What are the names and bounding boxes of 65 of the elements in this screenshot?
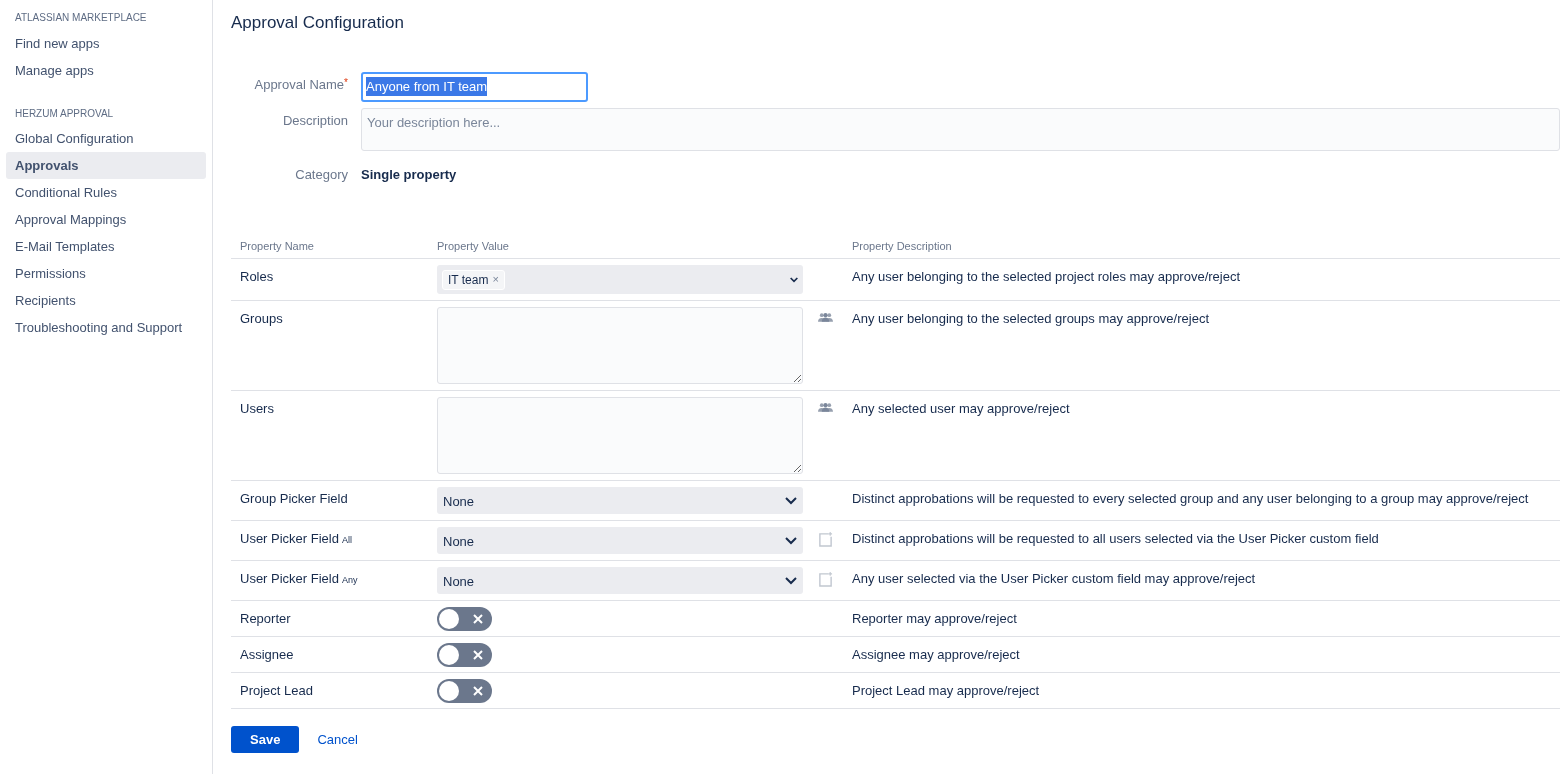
column-header: Property Description bbox=[852, 238, 953, 254]
property-name: Groups bbox=[240, 310, 283, 328]
property-description: Reporter may approve/reject bbox=[852, 610, 1018, 628]
property-name: User Picker Field bbox=[240, 530, 339, 548]
field-label: Description bbox=[282, 111, 348, 130]
page-title: Approval Configuration bbox=[231, 12, 405, 34]
property-qualifier: Any bbox=[341, 574, 358, 587]
add-note-icon bbox=[818, 532, 833, 547]
sidebar-item[interactable]: Troubleshooting and Support bbox=[6, 314, 206, 341]
field-label: Approval Name bbox=[254, 75, 345, 94]
property-description: Any selected user may approve/reject bbox=[852, 400, 1071, 418]
section-heading: HERZUM APPROVAL bbox=[14, 107, 115, 121]
chevron-down-icon bbox=[785, 496, 797, 505]
property-description: Assignee may approve/reject bbox=[852, 646, 1021, 664]
toggle-switch[interactable] bbox=[437, 679, 492, 703]
property-description: Any user belonging to the selected groups may approve/reject bbox=[852, 310, 1210, 328]
select-field[interactable]: None bbox=[437, 527, 803, 554]
chevron-down-icon bbox=[785, 536, 797, 545]
chevron-down-icon bbox=[785, 576, 797, 585]
chevron-down-icon bbox=[790, 276, 798, 283]
add-note-icon bbox=[818, 572, 833, 587]
close-icon bbox=[473, 614, 483, 624]
property-description: Distinct approbations will be requested to every selected group and any user belonging to a group may approve/reject bbox=[852, 490, 1530, 508]
select-field[interactable]: None bbox=[437, 487, 803, 514]
multi-select[interactable]: IT team × bbox=[437, 265, 803, 294]
sidebar-item[interactable]: Permissions bbox=[6, 260, 206, 287]
group-icon bbox=[818, 312, 833, 322]
sidebar-item[interactable]: Recipients bbox=[6, 287, 206, 314]
property-name: Project Lead bbox=[240, 682, 313, 700]
save-button[interactable]: Save bbox=[231, 726, 300, 753]
property-name: Users bbox=[240, 400, 274, 418]
input-field[interactable]: Anyone from IT team bbox=[361, 71, 588, 102]
close-icon bbox=[473, 650, 483, 660]
section-heading: ATLASSIAN MARKETPLACE bbox=[14, 11, 148, 25]
sidebar-item[interactable]: Global Configuration bbox=[6, 125, 206, 152]
sidebar-item[interactable]: E-Mail Templates bbox=[6, 233, 206, 260]
group-icon bbox=[818, 402, 833, 412]
sidebar-item[interactable]: Conditional Rules bbox=[6, 179, 206, 206]
property-description: Project Lead may approve/reject bbox=[852, 682, 1041, 700]
property-qualifier: All bbox=[341, 534, 352, 547]
toggle-switch[interactable] bbox=[437, 607, 492, 631]
category-value: Single property bbox=[361, 165, 457, 184]
property-description: Any user selected via the User Picker custom field may approve/reject bbox=[852, 570, 1257, 588]
tag: IT team × bbox=[442, 269, 505, 290]
column-header: Property Name bbox=[239, 238, 315, 254]
sidebar-item[interactable]: Approval Mappings bbox=[6, 206, 206, 233]
property-name: Assignee bbox=[240, 646, 294, 664]
property-name: Group Picker Field bbox=[240, 490, 348, 508]
select-field[interactable]: None bbox=[437, 567, 803, 594]
sidebar-item[interactable]: Approvals bbox=[6, 152, 206, 179]
close-icon bbox=[473, 686, 483, 696]
required-mark: * bbox=[344, 75, 348, 88]
property-name: Roles bbox=[240, 268, 274, 286]
cancel-link[interactable]: Cancel bbox=[317, 729, 358, 750]
remove-tag-button[interactable]: × bbox=[492, 271, 499, 288]
property-description: Distinct approbations will be requested to all users selected via the User Picker custom field bbox=[852, 530, 1380, 548]
field-label: Category bbox=[295, 165, 348, 184]
description-field[interactable]: Your description here... bbox=[361, 107, 1560, 151]
sidebar-item[interactable]: Manage apps bbox=[6, 57, 206, 84]
toggle-switch[interactable] bbox=[437, 643, 492, 667]
property-description: Any user belonging to the selected project roles may approve/reject bbox=[852, 268, 1242, 286]
sidebar-item[interactable]: Find new apps bbox=[6, 30, 206, 57]
column-header: Property Value bbox=[437, 238, 510, 254]
property-name: Reporter bbox=[240, 610, 291, 628]
property-name: User Picker Field bbox=[240, 570, 339, 588]
